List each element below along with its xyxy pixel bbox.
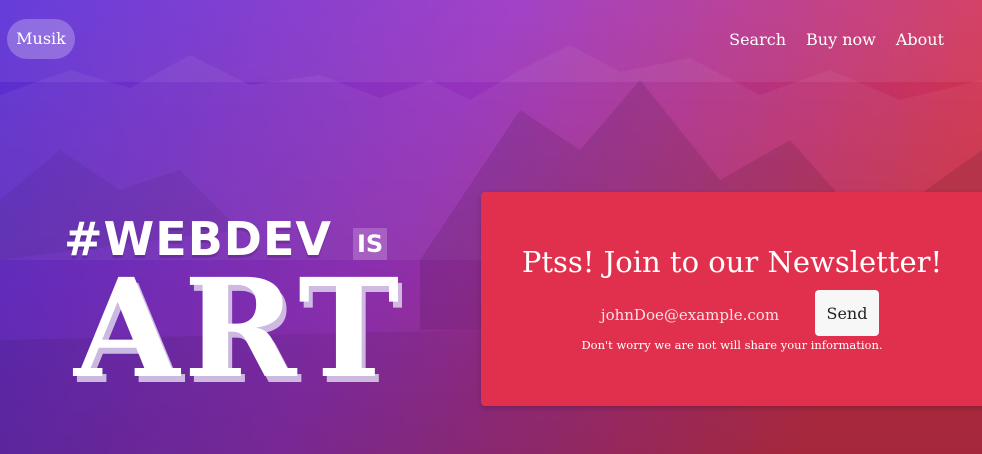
nav-link-search[interactable]: Search xyxy=(729,30,786,50)
newsletter-title: Ptss! Join to our Newsletter! xyxy=(521,245,943,279)
hero-headline: #WEBDEV IS ART xyxy=(64,208,464,408)
nav-link-buy-now[interactable]: Buy now xyxy=(806,30,876,50)
nav-links: Search Buy now About xyxy=(729,30,944,50)
newsletter-send-button[interactable]: Send xyxy=(815,290,879,336)
brand-logo[interactable]: Musik xyxy=(7,19,75,59)
newsletter-email-input[interactable] xyxy=(582,300,798,330)
newsletter-card: Ptss! Join to our Newsletter! Send Don't… xyxy=(481,192,982,406)
nav-link-about[interactable]: About xyxy=(896,30,944,50)
newsletter-privacy-note: Don't worry we are not will share your i… xyxy=(581,338,883,352)
hero-art-title: ART xyxy=(74,249,404,409)
top-navbar: Musik Search Buy now About xyxy=(0,0,982,82)
